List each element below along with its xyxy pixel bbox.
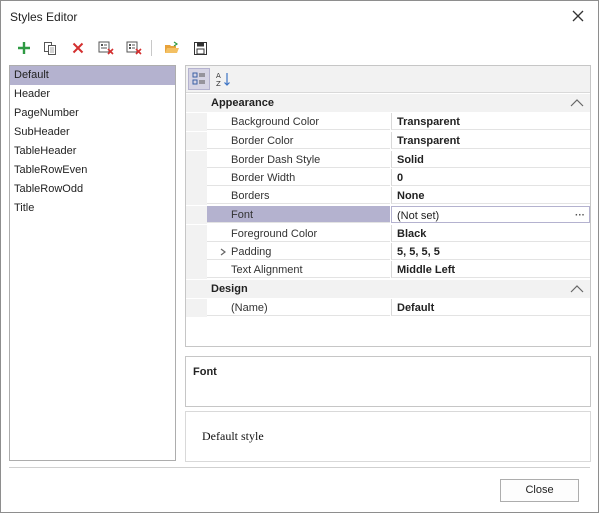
collapse-category-button[interactable] (570, 94, 584, 112)
window-title: Styles Editor (10, 10, 78, 24)
category-design[interactable]: Design (186, 280, 590, 298)
property-value-editor[interactable]: (Not set) ··· (391, 206, 590, 223)
property-row[interactable]: Border Width 0 (186, 169, 590, 187)
property-row[interactable]: Border Dash Style Solid (186, 151, 590, 169)
property-row-selected[interactable]: Font (Not set) ··· (186, 206, 590, 224)
close-window-button[interactable] (568, 6, 588, 26)
style-item-tableheader[interactable]: TableHeader (10, 142, 175, 161)
save-icon (193, 41, 207, 55)
plus-icon (18, 42, 30, 54)
chevron-up-icon (570, 285, 584, 293)
style-item-tableroweven[interactable]: TableRowEven (10, 161, 175, 180)
property-name: Foreground Color (207, 225, 390, 242)
ellipsis-button[interactable]: ··· (575, 207, 585, 225)
delete-icon (72, 42, 84, 54)
delete-style-button[interactable] (67, 37, 89, 59)
property-row[interactable]: Border Color Transparent (186, 132, 590, 150)
property-value[interactable]: None (391, 187, 590, 204)
property-name: (Name) (207, 299, 390, 316)
description-title: Font (193, 366, 217, 378)
load-styles-button[interactable] (161, 37, 183, 59)
style-item-tablerowodd[interactable]: TableRowOdd (10, 180, 175, 199)
property-name: Borders (207, 187, 390, 204)
property-description-panel: Font (185, 356, 591, 407)
purge-style-button[interactable] (95, 37, 117, 59)
preview-text: Default style (202, 429, 264, 443)
row-gutter (186, 243, 207, 261)
collapse-category-button[interactable] (570, 280, 584, 298)
row-gutter (186, 299, 207, 317)
toolbar-separator (151, 40, 152, 56)
property-row[interactable]: Borders None (186, 187, 590, 205)
property-grid: A Z Appearance Background Color Transpar… (185, 65, 591, 347)
copy-icon (44, 42, 56, 55)
row-gutter (186, 151, 207, 169)
property-row[interactable]: Foreground Color Black (186, 225, 590, 243)
property-row[interactable]: Text Alignment Middle Left (186, 261, 590, 279)
alphabetical-view-button[interactable]: A Z (212, 68, 234, 90)
property-row[interactable]: Background Color Transparent (186, 113, 590, 131)
save-styles-button[interactable] (189, 37, 211, 59)
style-preview-panel: Default style (185, 411, 591, 462)
style-item-default[interactable]: Default (10, 66, 175, 85)
property-name: Border Color (207, 132, 390, 149)
property-value[interactable]: 5, 5, 5, 5 (391, 243, 590, 260)
property-name: Text Alignment (207, 261, 390, 278)
style-item-subheader[interactable]: SubHeader (10, 123, 175, 142)
property-value[interactable]: Transparent (391, 132, 590, 149)
property-value: (Not set) (397, 210, 440, 222)
open-folder-icon (165, 41, 179, 53)
property-value[interactable]: Middle Left (391, 261, 590, 278)
svg-text:Z: Z (216, 80, 221, 87)
title-bar: Styles Editor (1, 1, 598, 33)
row-gutter (186, 206, 207, 224)
styles-toolbar (9, 37, 229, 59)
svg-text:A: A (216, 72, 221, 80)
property-value[interactable]: Default (391, 299, 590, 316)
property-value[interactable]: Black (391, 225, 590, 242)
property-row-expandable[interactable]: Padding 5, 5, 5, 5 (186, 243, 590, 261)
property-value[interactable]: Solid (391, 151, 590, 168)
row-gutter (186, 132, 207, 150)
expand-property-button[interactable] (218, 243, 228, 261)
category-label: Appearance (211, 97, 274, 109)
chevron-right-icon (220, 248, 226, 256)
row-gutter (186, 225, 207, 243)
category-appearance[interactable]: Appearance (186, 94, 590, 112)
clear-icon (126, 41, 142, 55)
chevron-up-icon (570, 99, 584, 107)
property-name: Background Color (207, 113, 390, 130)
footer-divider (9, 467, 590, 468)
property-name: Padding (207, 243, 390, 260)
row-gutter (186, 113, 207, 131)
style-item-title[interactable]: Title (10, 199, 175, 218)
property-grid-toolbar: A Z (186, 66, 590, 93)
property-value[interactable]: Transparent (391, 113, 590, 130)
add-style-button[interactable] (13, 37, 35, 59)
copy-style-button[interactable] (39, 37, 61, 59)
property-value[interactable]: 0 (391, 169, 590, 186)
clear-styles-button[interactable] (123, 37, 145, 59)
close-button[interactable]: Close (500, 479, 579, 502)
purge-icon (98, 41, 114, 55)
row-gutter (186, 187, 207, 205)
property-name: Border Dash Style (207, 151, 390, 168)
styles-editor-window: Styles Editor Default Header PageNumber … (0, 0, 599, 513)
close-icon (572, 10, 584, 22)
row-gutter (186, 261, 207, 279)
categorized-view-button[interactable] (188, 68, 210, 90)
property-name: Border Width (207, 169, 390, 186)
property-name: Font (207, 206, 390, 223)
style-item-header[interactable]: Header (10, 85, 175, 104)
row-gutter (186, 169, 207, 187)
style-item-pagenumber[interactable]: PageNumber (10, 104, 175, 123)
category-label: Design (211, 283, 248, 295)
sort-az-icon: A Z (216, 72, 230, 87)
categorized-icon (192, 72, 205, 85)
property-row[interactable]: (Name) Default (186, 299, 590, 317)
styles-list[interactable]: Default Header PageNumber SubHeader Tabl… (9, 65, 176, 461)
